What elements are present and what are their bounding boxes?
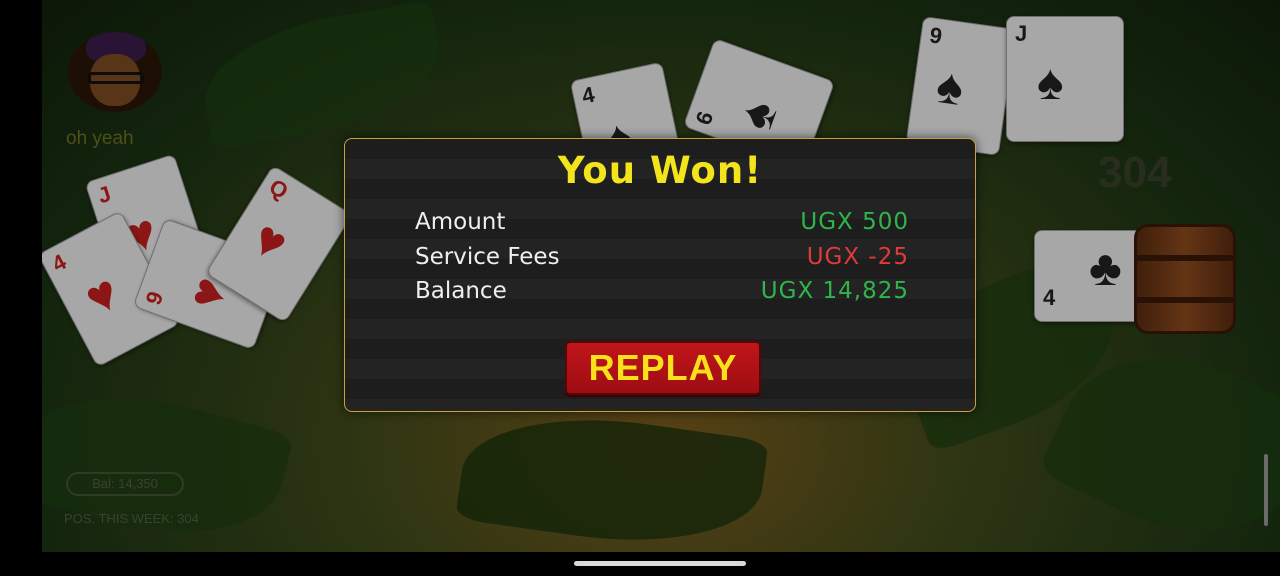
balance-value: UGX 14,825: [760, 278, 909, 304]
service-fees-row: Service Fees UGX -25: [415, 244, 909, 276]
amount-value: UGX 500: [800, 209, 909, 235]
service-fees-label: Service Fees: [415, 244, 560, 270]
home-gesture-handle[interactable]: [574, 561, 746, 566]
replay-button[interactable]: REPLAY: [565, 341, 761, 395]
win-dialog: You Won! Amount UGX 500 Service Fees UGX…: [344, 138, 976, 412]
service-fees-value: UGX -25: [806, 244, 909, 270]
dialog-title: You Won!: [557, 149, 763, 192]
balance-label: Balance: [415, 278, 507, 304]
scrollbar[interactable]: [1264, 454, 1268, 526]
amount-label: Amount: [415, 209, 506, 235]
amount-row: Amount UGX 500: [415, 209, 909, 241]
balance-row: Balance UGX 14,825: [415, 278, 909, 310]
